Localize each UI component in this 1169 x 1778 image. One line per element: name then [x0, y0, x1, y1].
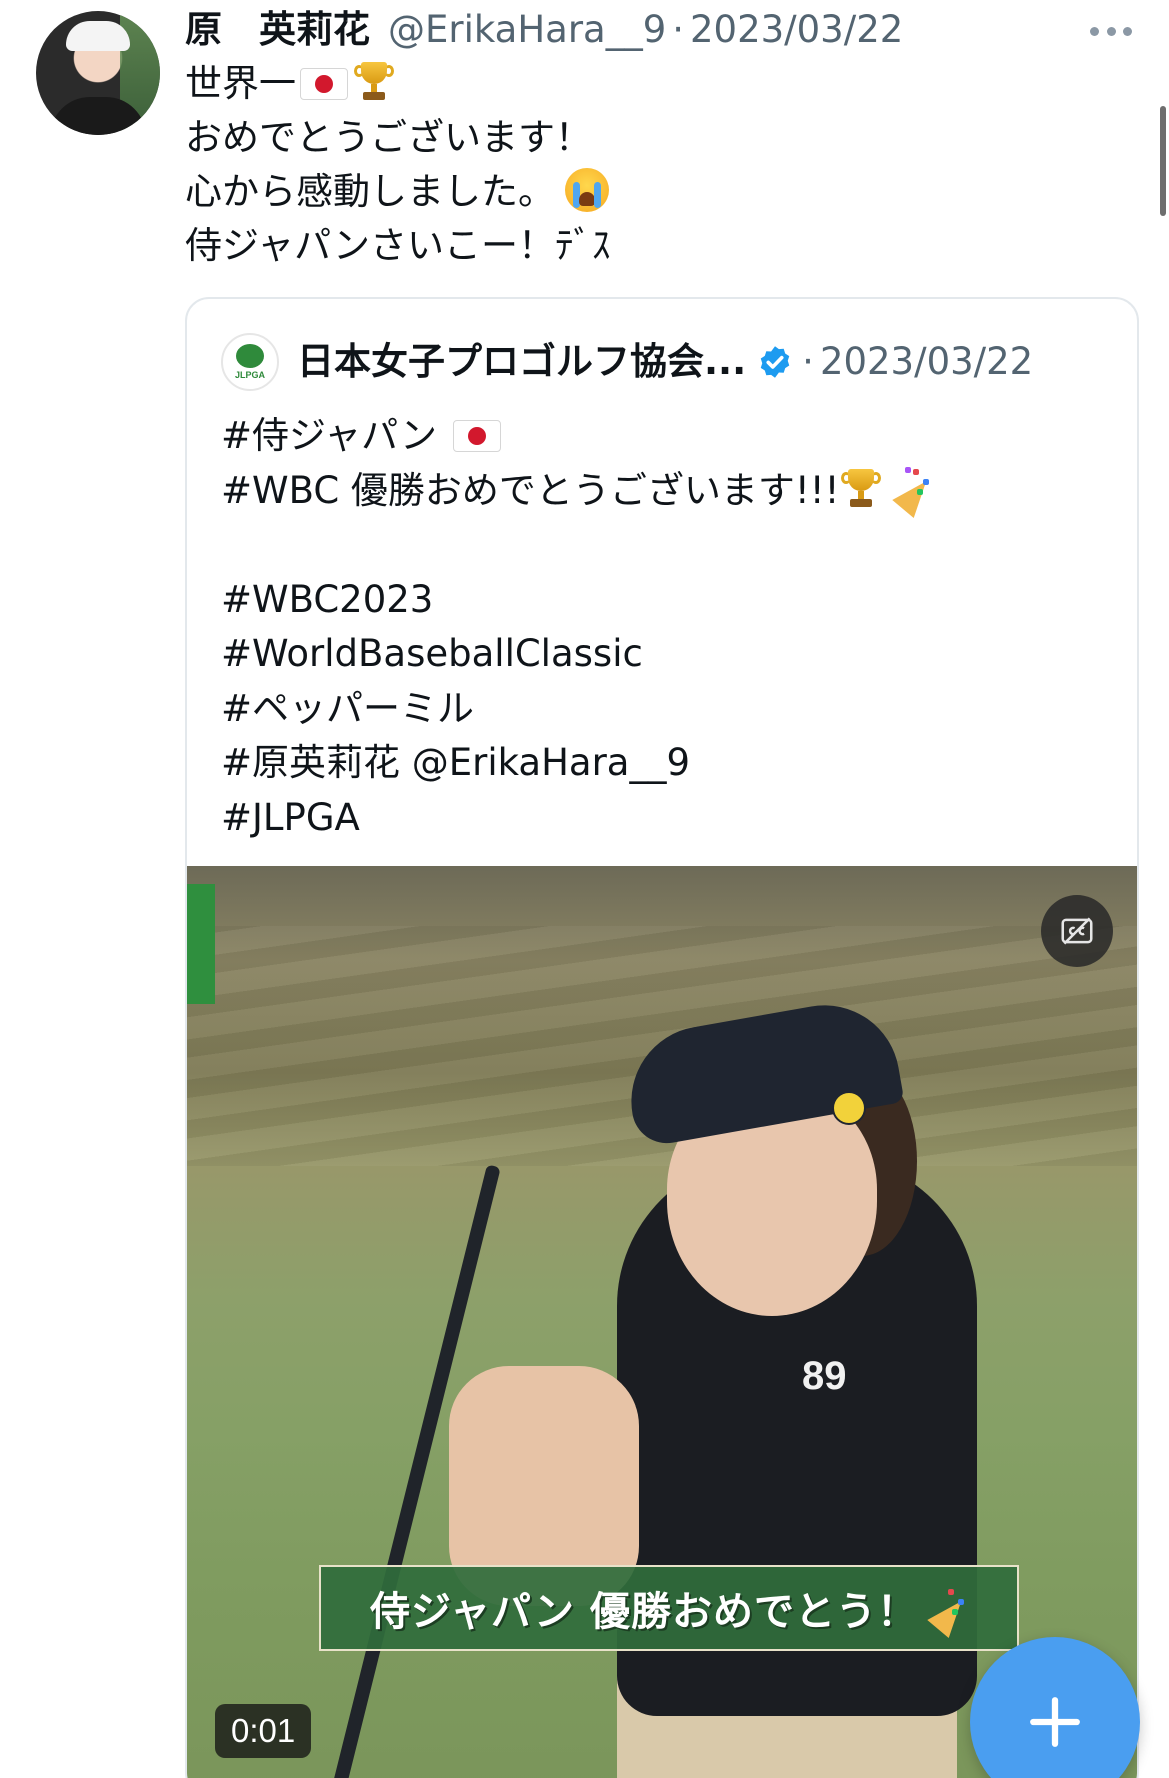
- video-caption-banner: 侍ジャパン 優勝おめでとう！: [319, 1565, 1019, 1651]
- hashtag-erika-hara-mention[interactable]: #原英莉花 @ErikaHara__9: [221, 736, 933, 791]
- hashtag-samurai-japan[interactable]: #侍ジャパン: [221, 414, 437, 457]
- tweet-line-1-text: 世界一: [185, 62, 296, 105]
- avatar-cap: [66, 21, 130, 51]
- more-dot: [1090, 26, 1099, 36]
- header-separator: ·: [672, 8, 685, 51]
- plus-icon: [1030, 1697, 1080, 1747]
- author-avatar[interactable]: [36, 11, 160, 135]
- tweet-header: 原 英莉花 @ErikaHara__9 · 2023/03/22: [185, 6, 903, 54]
- author-handle[interactable]: @ErikaHara__9: [388, 6, 666, 54]
- trophy-icon: [841, 467, 882, 509]
- quoted-line-2-text: #WBC 優勝おめでとうございます!!!: [221, 468, 840, 512]
- scrollbar-thumb[interactable]: [1160, 106, 1166, 216]
- jlpga-logo-avatar[interactable]: JLPGA: [221, 333, 279, 391]
- jlpga-logo-text: JLPGA: [234, 370, 265, 380]
- video-broadcast-tab: [187, 884, 215, 1004]
- japan-flag-icon: [300, 68, 348, 100]
- jlpga-leaf-icon: [236, 344, 264, 368]
- trophy-icon: [354, 60, 394, 102]
- quoted-tweet-header: JLPGA 日本女子プロゴルフ協会... · 2023/03/22: [221, 333, 1033, 391]
- quoted-tweet-date[interactable]: 2023/03/22: [820, 338, 1033, 386]
- quoted-blank-line: [221, 518, 933, 573]
- hashtag-world-baseball-classic[interactable]: #WorldBaseballClassic: [221, 627, 933, 682]
- video-time-badge: 0:01: [215, 1704, 312, 1758]
- japan-flag-icon: [452, 420, 501, 452]
- loudly-crying-face-icon: [565, 168, 609, 212]
- hashtag-jlpga[interactable]: #JLPGA: [221, 791, 933, 846]
- tweet-line-2: おめでとうございます！: [185, 116, 592, 159]
- quoted-header-separator: ·: [802, 340, 814, 383]
- party-popper-icon: [887, 465, 938, 518]
- video-caption-text: 侍ジャパン 優勝おめでとう！: [370, 1589, 918, 1635]
- more-dot: [1106, 26, 1116, 36]
- tweet-text: 世界一 おめでとうございます！ 心から感動しました。 侍ジャパンさいこー！ﾃﾞｽ: [185, 57, 611, 273]
- tweet-line-3-text: 心から感動しました。: [185, 170, 555, 213]
- quoted-author-name[interactable]: 日本女子プロゴルフ協会...: [297, 338, 746, 386]
- video-cap-smiley-logo: [832, 1091, 866, 1125]
- captions-off-icon[interactable]: [1041, 895, 1113, 967]
- author-name[interactable]: 原 英莉花: [185, 6, 370, 54]
- video-player[interactable]: 89 侍ジャパン 優勝おめでとう！ 0:01: [187, 866, 1137, 1778]
- tweet-line-4: 侍ジャパンさいこー！ﾃﾞｽ: [185, 224, 611, 267]
- quoted-tweet-text: #侍ジャパン #WBC 優勝おめでとうございます!!! #WBC2023 #Wo…: [221, 409, 938, 846]
- quoted-line-1: #侍ジャパン: [221, 409, 933, 464]
- verified-badge-icon: [756, 343, 794, 381]
- quoted-line-2: #WBC 優勝おめでとうございます!!!: [221, 464, 938, 519]
- party-popper-icon: [922, 1585, 972, 1638]
- hashtag-wbc2023[interactable]: #WBC2023: [221, 573, 933, 628]
- more-options-icon[interactable]: [1086, 16, 1136, 46]
- tweet-date[interactable]: 2023/03/22: [690, 6, 903, 54]
- video-jersey-number: 89: [802, 1354, 847, 1398]
- hashtag-pepper-mill[interactable]: #ペッパーミル: [221, 682, 933, 737]
- tweet-line-3: 心から感動しました。: [185, 165, 611, 219]
- more-dot: [1123, 26, 1132, 36]
- tweet-detail-screen: 原 英莉花 @ErikaHara__9 · 2023/03/22 世界一 おめで…: [0, 0, 1169, 1778]
- quoted-tweet-card[interactable]: JLPGA 日本女子プロゴルフ協会... · 2023/03/22 #侍ジャパン…: [185, 297, 1139, 1778]
- tweet-line-1: 世界一: [185, 57, 611, 111]
